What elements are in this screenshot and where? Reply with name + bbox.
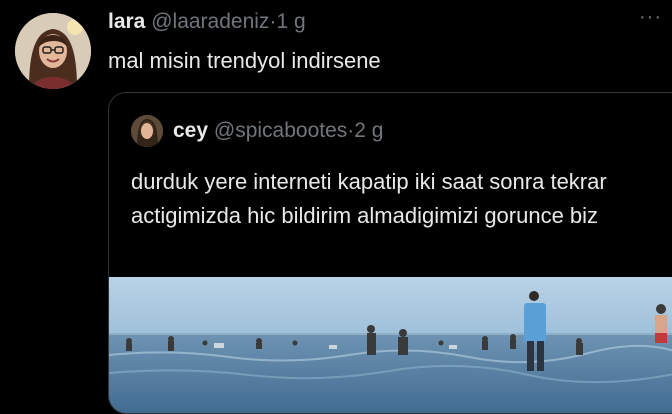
more-horizontal-icon[interactable]: ··· [639,6,662,29]
quoted-author-handle[interactable]: @spicabootes [214,119,347,142]
author-handle[interactable]: @laaradeniz [151,10,269,33]
tweet-header: lara @laaradeniz·1 g [108,10,306,34]
quoted-tweet[interactable]: cey @spicabootes·2 g durduk yere interne… [108,92,672,414]
author-name[interactable]: lara [108,10,145,33]
quoted-author-name[interactable]: cey [173,119,208,142]
quoted-time[interactable]: 2 g [354,119,383,142]
quoted-text: durduk yere interneti kapatip iki saat s… [131,169,607,228]
tweet-time[interactable]: 1 g [276,10,305,33]
quoted-media-image[interactable] [109,277,672,413]
quoted-header: cey @spicabootes·2 g [173,119,384,143]
author-avatar[interactable] [15,13,91,89]
quoted-author-avatar[interactable] [131,115,163,147]
tweet-text: mal misin trendyol indirsene [108,48,381,73]
